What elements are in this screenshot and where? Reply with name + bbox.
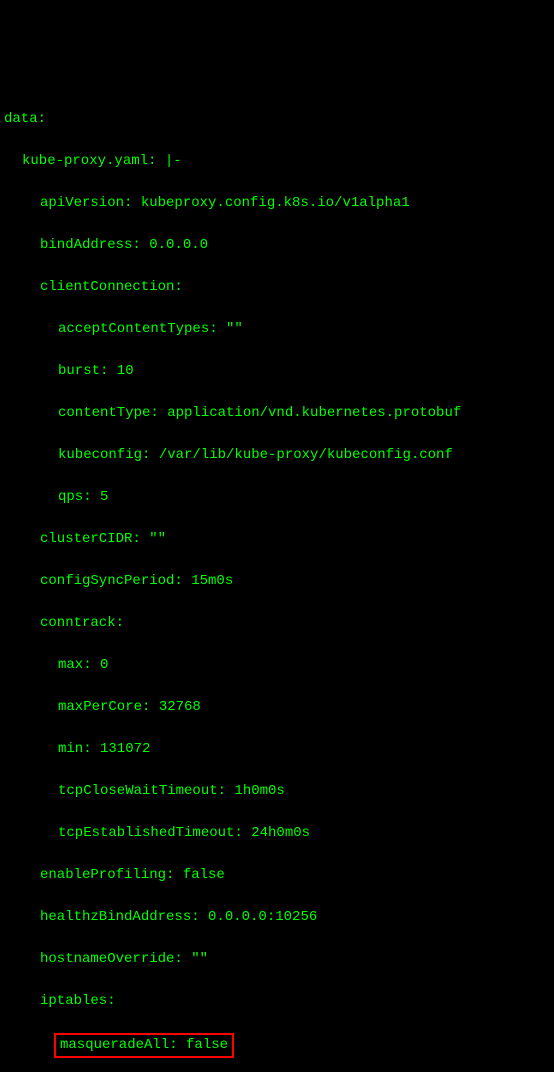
yaml-line: data: [4,109,550,130]
yaml-line: enableProfiling: false [4,865,550,886]
yaml-line: maxPerCore: 32768 [4,697,550,718]
yaml-line: min: 131072 [4,739,550,760]
yaml-line: clientConnection: [4,277,550,298]
yaml-line: tcpEstablishedTimeout: 24h0m0s [4,823,550,844]
highlight-box: masqueradeAll: false [54,1033,234,1058]
yaml-line: tcpCloseWaitTimeout: 1h0m0s [4,781,550,802]
yaml-line: acceptContentTypes: "" [4,319,550,340]
yaml-line: kube-proxy.yaml: |- [4,151,550,172]
yaml-line: hostnameOverride: "" [4,949,550,970]
terminal-output: data: kube-proxy.yaml: |- apiVersion: ku… [4,88,550,1072]
yaml-line: bindAddress: 0.0.0.0 [4,235,550,256]
yaml-line: max: 0 [4,655,550,676]
yaml-line: qps: 5 [4,487,550,508]
yaml-line: kubeconfig: /var/lib/kube-proxy/kubeconf… [4,445,550,466]
yaml-line: clusterCIDR: "" [4,529,550,550]
yaml-line: healthzBindAddress: 0.0.0.0:10256 [4,907,550,928]
yaml-line: apiVersion: kubeproxy.config.k8s.io/v1al… [4,193,550,214]
yaml-line: iptables: [4,991,550,1012]
yaml-line: conntrack: [4,613,550,634]
yaml-line: contentType: application/vnd.kubernetes.… [4,403,550,424]
yaml-line: configSyncPeriod: 15m0s [4,571,550,592]
yaml-line: burst: 10 [4,361,550,382]
yaml-line-highlighted: masqueradeAll: false [4,1033,550,1058]
